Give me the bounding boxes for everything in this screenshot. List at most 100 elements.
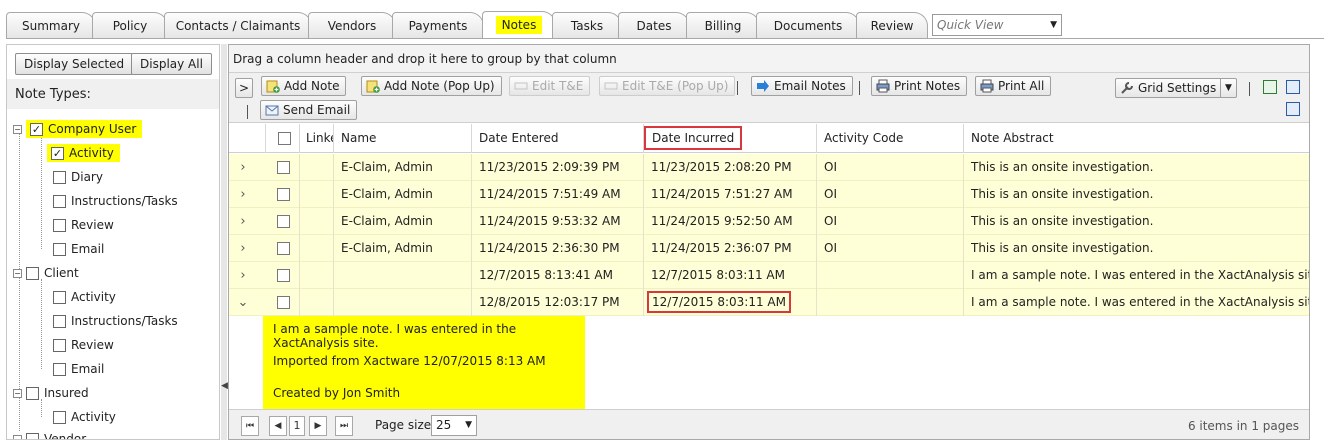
table-row-expanded[interactable]: ⌄ 12/8/2015 12:03:17 PM 12/7/2015 8:03:1… [229,289,1309,316]
checkbox[interactable] [53,315,66,328]
checkbox[interactable] [26,267,39,280]
expand-row-icon[interactable]: › [229,208,257,235]
collapse-icon[interactable]: − [13,435,22,439]
expand-row-icon[interactable]: › [229,154,257,181]
tab-documents[interactable]: Documents [756,12,860,38]
table-row[interactable]: › 12/7/2015 8:13:41 AM 12/7/2015 8:03:11… [229,262,1309,289]
checkbox[interactable] [53,291,66,304]
checkbox[interactable] [53,339,66,352]
toolbar-separator [737,81,738,95]
row-checkbox[interactable] [277,215,290,228]
row-checkbox[interactable] [277,161,290,174]
tree-item-insured[interactable]: − Insured [13,383,89,403]
checkbox[interactable] [26,387,39,400]
tree-item-client-instructions[interactable]: Instructions/Tasks [53,311,178,331]
tree-item-company-review[interactable]: Review [53,215,114,235]
select-all-checkbox[interactable] [278,132,291,145]
tab-billing[interactable]: Billing [686,12,760,38]
tab-review[interactable]: Review [856,12,928,38]
row-checkbox[interactable] [277,242,290,255]
row-checkbox[interactable] [277,269,290,282]
collapse-icon[interactable]: − [13,269,22,278]
tree-item-client-review[interactable]: Review [53,335,114,355]
column-activity-code[interactable]: Activity Code [816,124,963,153]
expand-row-icon[interactable]: › [229,235,257,262]
column-note-abstract[interactable]: Note Abstract [963,124,1309,153]
grid-settings-dropdown[interactable]: Grid Settings ▼ [1115,78,1237,98]
tree-item-company-activity[interactable]: ✓ Activity [47,143,120,163]
table-row[interactable]: › E-Claim, Admin 11/23/2015 2:09:39 PM 1… [229,154,1309,181]
expand-row-icon[interactable]: › [229,262,257,289]
add-note-popup-button[interactable]: Add Note (Pop Up) [361,76,502,96]
tree-item-vendor[interactable]: − Vendor [13,429,86,439]
cell-note-abstract: This is an onsite investigation. [963,208,1309,235]
display-selected-button[interactable]: Display Selected [15,53,134,75]
tab-dates[interactable]: Dates [618,12,690,38]
right-scrollbar[interactable] [1311,44,1324,440]
checkbox[interactable] [53,243,66,256]
collapse-row-icon[interactable]: ⌄ [229,289,257,316]
tab-tasks[interactable]: Tasks [552,12,622,38]
tab-payments[interactable]: Payments [392,12,484,38]
tab-divider [6,38,1324,39]
checkbox-checked-icon[interactable]: ✓ [51,147,64,160]
add-note-button[interactable]: Add Note [261,76,347,96]
print-notes-button[interactable]: Print Notes [871,76,968,96]
page-number-1[interactable]: 1 [289,416,305,436]
tree-item-company-diary[interactable]: Diary [53,167,103,187]
tree-item-insured-activity[interactable]: Activity [53,407,116,427]
tree-item-company-user[interactable]: − ✓ Company User [13,119,143,139]
group-by-drop-area[interactable]: Drag a column header and drop it here to… [229,45,1309,73]
collapse-icon[interactable]: − [13,389,22,398]
column-name[interactable]: Name [333,124,471,153]
email-notes-button[interactable]: Email Notes [751,76,853,96]
table-row[interactable]: › E-Claim, Admin 11/24/2015 9:53:32 AM 1… [229,208,1309,235]
send-email-button[interactable]: Send Email [260,100,358,120]
edit-te-popup-button[interactable]: Edit T&E (Pop Up) [599,76,736,96]
collapse-left-icon[interactable]: ◀ [221,381,228,391]
tree-item-label: Diary [71,170,103,184]
table-row[interactable]: › E-Claim, Admin 11/24/2015 2:36:30 PM 1… [229,235,1309,262]
tree-item-client[interactable]: − Client [13,263,79,283]
next-page-button[interactable]: ▶ [309,416,327,436]
tab-vendors[interactable]: Vendors [308,12,396,38]
prev-page-button[interactable]: ◀ [269,416,287,436]
column-linked[interactable]: Linke [299,124,333,153]
checkbox[interactable] [53,411,66,424]
tab-contacts-claimants[interactable]: Contacts / Claimants [164,12,312,38]
tab-summary[interactable]: Summary [6,12,96,38]
tab-label: Dates [636,19,672,33]
panel-splitter[interactable]: ◀ [221,44,228,440]
collapse-icon[interactable]: − [13,125,22,134]
tab-notes[interactable]: Notes [482,11,556,39]
tab-policy[interactable]: Policy [92,12,168,38]
quick-view-dropdown[interactable]: Quick View ▼ [932,14,1062,36]
page-size-select[interactable]: 25 ▼ [431,415,477,436]
tree-item-client-email[interactable]: Email [53,359,104,379]
edit-te-button[interactable]: Edit T&E [509,76,591,96]
checkbox[interactable] [53,171,66,184]
last-page-button[interactable]: ⏭ [335,416,353,436]
checkbox[interactable] [53,219,66,232]
column-date-incurred[interactable]: Date Incurred [643,124,816,153]
tree-item-company-instructions[interactable]: Instructions/Tasks [53,191,178,211]
first-page-button[interactable]: ⏮ [241,416,259,436]
expand-row-icon[interactable]: › [229,181,257,208]
checkbox[interactable] [26,433,39,439]
tree-item-client-activity[interactable]: Activity [53,287,116,307]
export-csv-icon[interactable] [1286,80,1300,94]
row-checkbox[interactable] [277,188,290,201]
export-word-icon[interactable] [1286,102,1300,116]
tree-item-label: Insured [44,386,89,400]
table-row[interactable]: › E-Claim, Admin 11/24/2015 7:51:49 AM 1… [229,181,1309,208]
tree-item-company-email[interactable]: Email [53,239,104,259]
checkbox-checked-icon[interactable]: ✓ [30,123,43,136]
export-excel-icon[interactable] [1263,80,1277,94]
column-date-entered[interactable]: Date Entered [471,124,643,153]
checkbox[interactable] [53,363,66,376]
checkbox[interactable] [53,195,66,208]
display-all-button[interactable]: Display All [131,53,212,75]
print-all-button[interactable]: Print All [975,76,1052,96]
toolbar-expand-button[interactable]: > [235,78,253,98]
row-checkbox[interactable] [277,296,290,309]
